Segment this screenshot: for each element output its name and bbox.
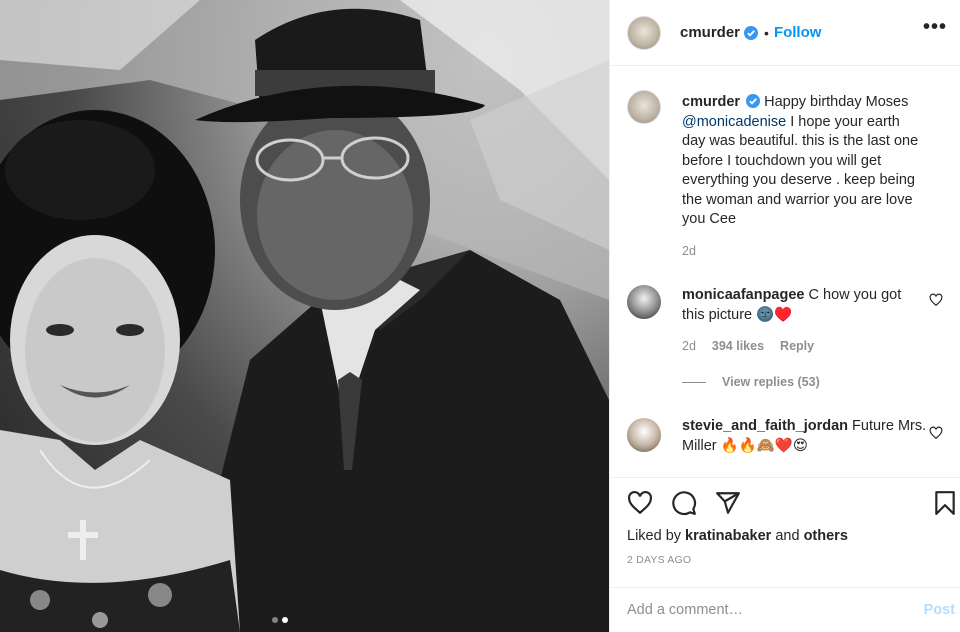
add-comment-bar: Post [610,587,960,632]
likes-prefix: Liked by [627,528,682,544]
comment-text: stevie_and_faith_jordan Future Mrs. Mill… [682,417,927,456]
reply-button[interactable]: Reply [780,339,814,353]
view-replies-button[interactable]: View replies (53) [682,375,820,389]
share-icon[interactable] [715,490,741,516]
verified-badge-icon [744,25,759,40]
carousel-indicator [272,617,288,623]
author-avatar[interactable] [627,15,661,50]
comment-item: stevie_and_faith_jordan Future Mrs. Mill… [627,418,957,477]
author-username[interactable]: cmurder [680,24,740,41]
comments-list: cmurder Happy birthday Moses @monicadeni… [610,67,960,477]
more-options-icon[interactable]: ••• [923,16,947,39]
comment-item: monicaafanpagee C how you got this pictu… [627,285,957,385]
caption-body-start: Happy birthday Moses [764,94,909,110]
post-actions: Liked by kratinabaker and others 2 DAYS … [610,477,960,587]
caption-body-end: I hope your earth day was beautiful. thi… [682,113,919,228]
post-timestamp: 2 DAYS AGO [627,554,692,566]
comment-like-heart-icon[interactable] [929,293,943,307]
comment-input[interactable] [627,602,907,618]
caption-avatar[interactable] [627,90,661,124]
caption-time: 2d [682,244,696,258]
post-sidebar: cmurder • Follow ••• cmurder Happy birth… [609,0,960,632]
comment-avatar[interactable] [627,418,661,452]
comment-time: 2d [682,339,696,353]
comment-like-heart-icon[interactable] [929,426,943,440]
caption-username[interactable]: cmurder [682,94,740,110]
likes-middle: and [775,528,800,544]
likes-summary: Liked by kratinabaker and others [627,528,848,544]
carousel-dot [272,617,278,623]
post-header: cmurder • Follow ••• [610,0,960,66]
view-replies-label: View replies (53) [722,375,820,389]
caption: cmurder Happy birthday Moses @monicadeni… [627,90,957,260]
caption-mention[interactable]: @monicadenise [682,114,786,130]
post-comment-button[interactable]: Post [924,602,955,618]
carousel-dot-active [282,617,288,623]
comment-text: monicaafanpagee C how you got this pictu… [682,286,927,325]
comment-avatar[interactable] [627,285,661,319]
photo-illustration [0,0,609,632]
likes-others-link[interactable]: others [804,528,848,544]
follow-button[interactable]: Follow [774,24,822,41]
comment-like-count[interactable]: 394 likes [712,339,764,353]
view-replies-line [682,381,706,383]
comment-icon[interactable] [671,490,697,516]
comment-username[interactable]: monicaafanpagee [682,287,805,303]
comment-meta: 2d 394 likes Reply [682,339,814,353]
like-heart-icon[interactable] [627,490,653,516]
header-separator: • [764,24,769,41]
verified-badge-icon [746,94,761,108]
post-photo[interactable] [0,0,609,632]
caption-text: cmurder Happy birthday Moses @monicadeni… [682,93,927,230]
comment-username[interactable]: stevie_and_faith_jordan [682,418,848,434]
bookmark-icon[interactable] [932,490,958,516]
likes-user-link[interactable]: kratinabaker [685,528,771,544]
